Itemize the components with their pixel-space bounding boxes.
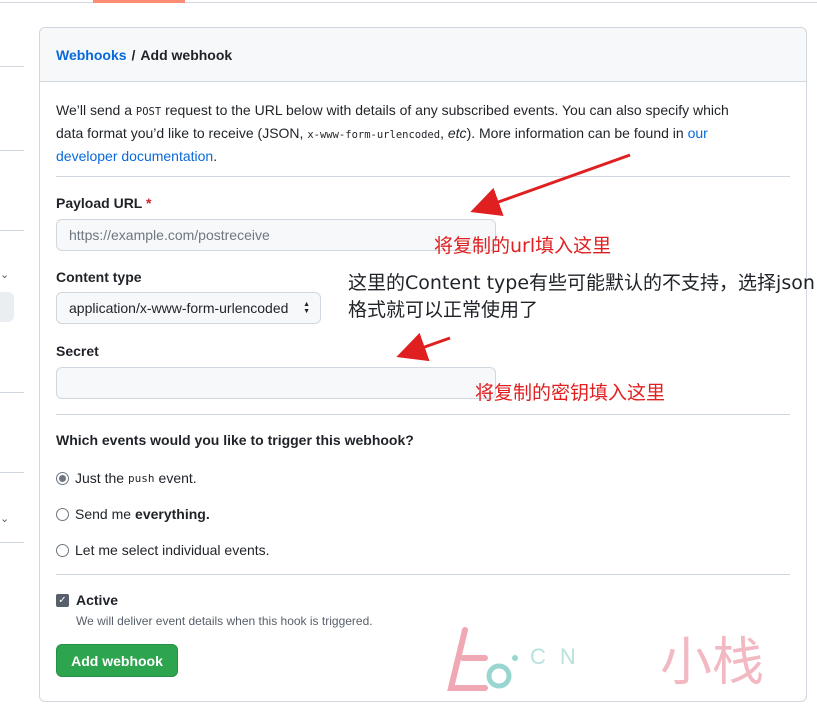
breadcrumb-separator: / <box>131 46 136 63</box>
event-option-individual[interactable]: Let me select individual events. <box>56 542 270 558</box>
active-note: We will deliver event details when this … <box>76 614 373 628</box>
radio-button-selected[interactable] <box>56 471 69 485</box>
sidebar-divider <box>0 66 24 67</box>
events-question: Which events would you like to trigger t… <box>56 432 414 448</box>
url-annotation: 将复制的url填入这里 <box>434 235 612 257</box>
content-type-value: application/x-www-form-urlencoded <box>69 300 289 316</box>
breadcrumb-webhooks-link[interactable]: Webhooks <box>56 47 127 63</box>
event-option-push[interactable]: Just the push event. <box>56 470 197 486</box>
sidebar-divider <box>0 150 24 151</box>
intro-etc: etc <box>447 125 467 141</box>
radio-dot <box>59 474 66 482</box>
watermark-latin: CN <box>530 644 590 669</box>
breadcrumb-current: Add webhook <box>140 46 233 63</box>
sidebar-divider <box>0 230 24 231</box>
chevron-icon[interactable]: ⌄ <box>0 268 9 281</box>
sidebar-divider <box>0 392 24 393</box>
chevron-icon[interactable]: ⌄ <box>0 512 9 525</box>
option-text: Just the <box>75 470 125 486</box>
option-code: push <box>128 471 155 485</box>
content-type-label: Content type <box>56 269 142 285</box>
content-type-select[interactable]: application/x-www-form-urlencoded ▲ ▼ <box>56 292 321 324</box>
settings-sidebar-edge: ⌄ ⌄ <box>0 0 24 722</box>
section-divider <box>56 176 790 177</box>
option-text: Let me select individual events. <box>75 542 270 558</box>
breadcrumb: Webhooks / Add webhook <box>40 28 806 82</box>
payload-url-input[interactable] <box>56 219 496 251</box>
intro-part: . <box>213 148 218 164</box>
secret-annotation: 将复制的密钥填入这里 <box>475 382 666 404</box>
sidebar-divider <box>0 472 24 473</box>
intro-code-post: POST <box>135 106 162 118</box>
intro-code-urlencoded: x-www-form-urlencoded <box>307 129 441 141</box>
intro-part: , <box>440 125 448 141</box>
watermark-chinese: 小栈 <box>660 633 765 693</box>
active-label: Active <box>76 592 119 608</box>
add-webhook-panel: Webhooks / Add webhook We’ll send a POST… <box>39 27 807 702</box>
intro-text: We’ll send a POST request to the URL bel… <box>56 100 756 167</box>
active-checkbox-row[interactable]: ✓ Active <box>56 592 118 608</box>
active-tab-indicator <box>93 0 185 3</box>
radio-button[interactable] <box>56 543 69 557</box>
secret-input[interactable] <box>56 367 496 399</box>
section-divider <box>56 414 790 415</box>
content-type-annotation: 这里的Content type有些可能默认的不支持，选择json格式就可以正常使… <box>348 272 815 321</box>
add-webhook-button[interactable]: Add webhook <box>56 644 178 677</box>
payload-url-label: Payload URL * <box>56 195 151 211</box>
select-arrows-icon: ▲ ▼ <box>303 301 310 315</box>
section-divider <box>56 574 790 575</box>
event-option-everything[interactable]: Send me everything. <box>56 506 210 522</box>
intro-part: ). More information can be found in <box>466 125 688 141</box>
secret-label: Secret <box>56 343 99 359</box>
intro-part: We’ll send a <box>56 102 136 118</box>
sidebar-divider <box>0 542 24 543</box>
option-text: event. <box>158 470 197 486</box>
radio-button[interactable] <box>56 507 69 521</box>
checkbox-checked-icon[interactable]: ✓ <box>56 593 69 607</box>
required-mark: * <box>146 195 152 211</box>
payload-url-label-text: Payload URL <box>56 195 143 211</box>
option-text: Send me <box>75 506 132 522</box>
sidebar-item-selected[interactable] <box>0 292 14 322</box>
option-bold-text: everything. <box>135 506 210 522</box>
